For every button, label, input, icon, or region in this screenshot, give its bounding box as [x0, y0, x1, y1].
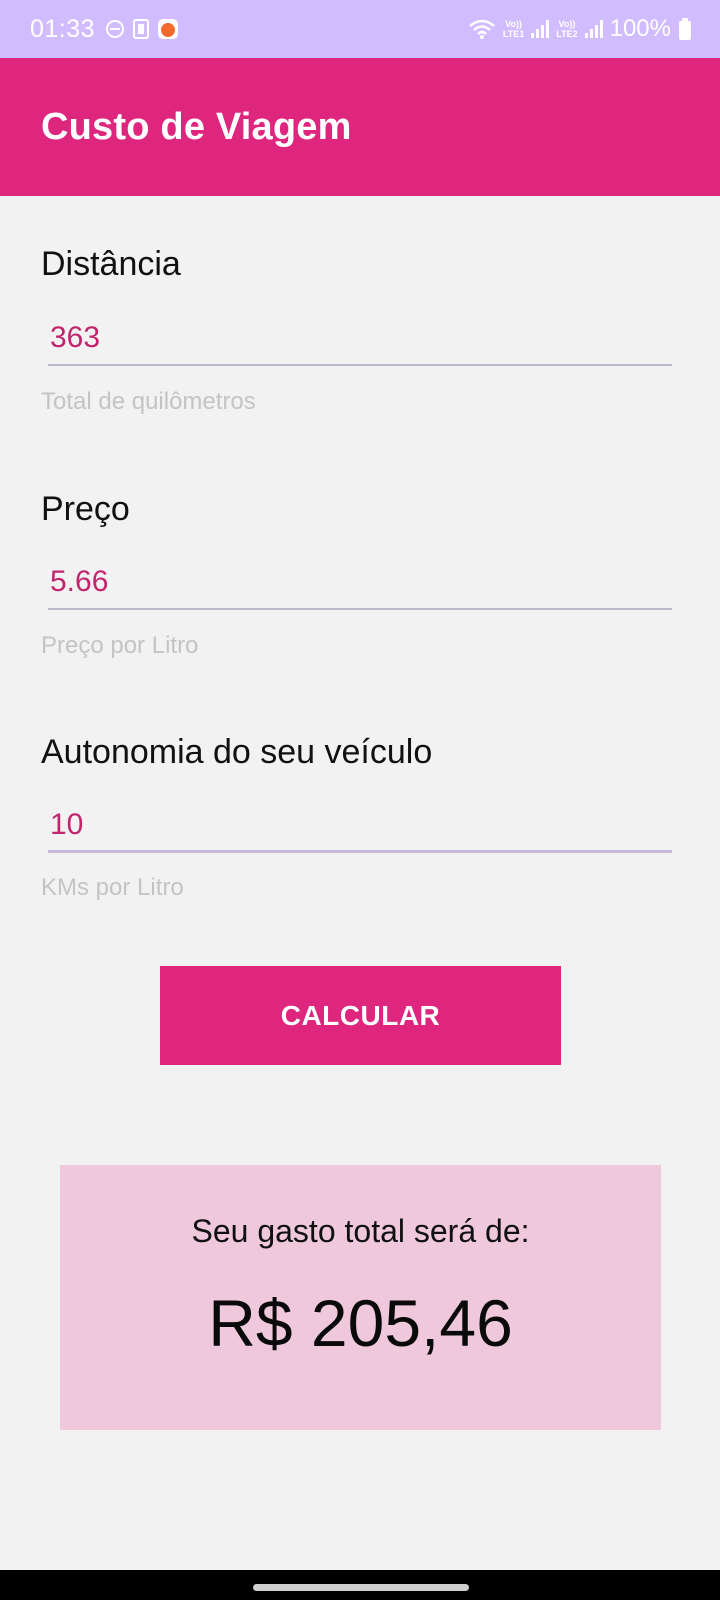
- price-input[interactable]: [48, 556, 672, 610]
- price-label: Preço: [41, 490, 130, 528]
- signal-bars-icon: [531, 20, 550, 38]
- home-gesture-handle[interactable]: [253, 1584, 469, 1591]
- status-right-icons: Vo)) LTE1 Vo)) LTE2 100%: [468, 15, 692, 43]
- do-not-disturb-icon: [106, 20, 125, 38]
- price-helper: Preço por Litro: [41, 632, 199, 659]
- distance-label: Distância: [41, 245, 181, 283]
- result-label: Seu gasto total será de:: [191, 1213, 530, 1249]
- status-time: 01:33: [30, 14, 96, 43]
- autonomy-helper: KMs por Litro: [41, 874, 184, 901]
- app-notification-icon: [158, 19, 179, 39]
- status-left-icons: [105, 18, 179, 40]
- battery-percent: 100%: [609, 15, 671, 42]
- result-value: R$ 205,46: [208, 1286, 513, 1360]
- signal-lte2-icon: Vo)) LTE2: [556, 19, 577, 39]
- calculate-button[interactable]: CALCULAR: [160, 966, 561, 1065]
- result-card: Seu gasto total será de: R$ 205,46: [60, 1165, 661, 1430]
- signal-bars-icon: [584, 20, 603, 38]
- lte2-label: LTE2: [556, 29, 578, 39]
- lte1-label: LTE1: [502, 29, 525, 39]
- app-title: Custo de Viagem: [41, 105, 352, 148]
- battery-icon: [679, 18, 691, 40]
- autonomy-input[interactable]: [48, 799, 672, 853]
- volte-label: Vo)): [505, 19, 522, 29]
- app-bar: Custo de Viagem: [0, 58, 720, 196]
- volte-label: Vo)): [558, 19, 576, 29]
- distance-helper: Total de quilômetros: [41, 388, 256, 415]
- autonomy-label: Autonomia do seu veículo: [41, 733, 433, 771]
- distance-input[interactable]: [48, 312, 672, 366]
- status-bar: 01:33 Vo)) LTE1 Vo)) LTE2 100%: [0, 0, 720, 58]
- signal-lte1-icon: Vo)) LTE1: [503, 19, 524, 39]
- wifi-icon: [469, 19, 495, 39]
- device-icon: [133, 19, 150, 39]
